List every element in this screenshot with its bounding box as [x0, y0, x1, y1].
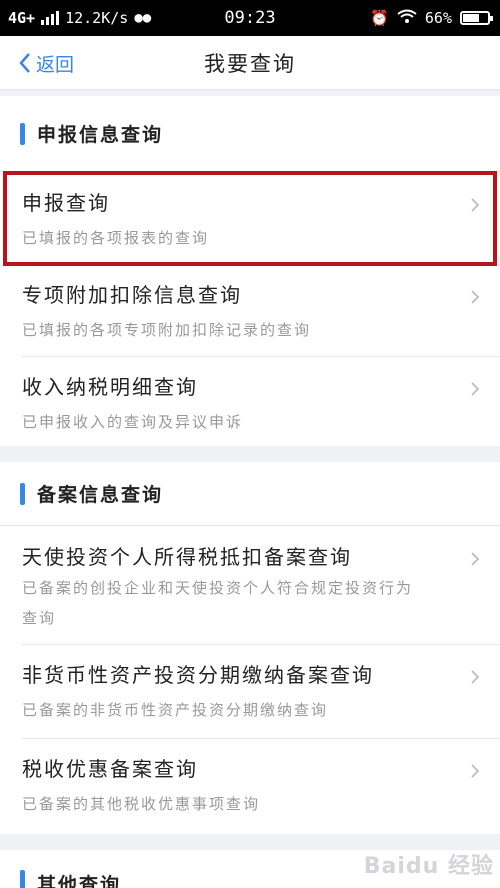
list-item-special-deduction-query[interactable]: 专项附加扣除信息查询 已填报的各项专项附加扣除记录的查询	[0, 265, 500, 357]
battery-fill	[463, 14, 479, 22]
item-subtitle: 已备案的非货币性资产投资分期缴纳查询	[22, 701, 329, 719]
item-subtitle: 已填报的各项报表的查询	[22, 229, 210, 247]
section-accent-bar	[20, 870, 25, 888]
chevron-right-icon	[471, 198, 480, 212]
item-title: 专项附加扣除信息查询	[22, 283, 242, 307]
item-title: 申报查询	[22, 191, 110, 215]
section-filing-query: 备案信息查询 天使投资个人所得税抵扣备案查询 已备案的创投企业和天使投资个人符合…	[0, 462, 500, 834]
section-declaration-query: 申报信息查询 申报查询 已填报的各项报表的查询 专项附加扣除信息查询 已填报的各…	[0, 96, 500, 446]
section-accent-bar	[20, 122, 25, 145]
section-title: 备案信息查询	[37, 484, 164, 506]
wifi-icon	[397, 9, 417, 27]
section-header: 申报信息查询	[0, 96, 500, 172]
list-item-non-monetary-asset-filing-query[interactable]: 非货币性资产投资分期缴纳备案查询 已备案的非货币性资产投资分期缴纳查询	[0, 645, 500, 739]
chevron-right-icon	[471, 290, 480, 304]
list-item-declaration-query[interactable]: 申报查询 已填报的各项报表的查询	[0, 173, 500, 265]
chevron-right-icon	[471, 670, 480, 684]
page-title: 我要查询	[204, 52, 296, 76]
item-title: 非货币性资产投资分期缴纳备案查询	[22, 663, 374, 687]
item-title: 税收优惠备案查询	[22, 757, 198, 781]
watermark-logo: Baidu 经验	[363, 854, 494, 879]
status-right: ⏰ 66%	[370, 0, 493, 36]
item-subtitle: 已备案的创投企业和天使投资个人符合规定投资行为	[22, 579, 414, 597]
item-subtitle: 已填报的各项专项附加扣除记录的查询	[22, 321, 312, 339]
section-title: 申报信息查询	[37, 124, 164, 146]
nav-bar: 返回 我要查询	[0, 36, 500, 90]
item-subtitle-line2: 查询	[22, 609, 57, 627]
chevron-right-icon	[471, 764, 480, 778]
item-subtitle: 已申报收入的查询及异议申诉	[22, 413, 244, 431]
list-item-tax-preference-filing-query[interactable]: 税收优惠备案查询 已备案的其他税收优惠事项查询	[0, 739, 500, 834]
battery-icon	[460, 11, 493, 25]
status-bar: 4G+ 12.2K/s ●● 09:23 ⏰ 66%	[0, 0, 500, 36]
battery-percent: 66%	[424, 9, 452, 27]
chevron-right-icon	[471, 552, 480, 566]
item-title: 天使投资个人所得税抵扣备案查询	[22, 545, 352, 569]
item-title: 收入纳税明细查询	[22, 375, 198, 399]
alarm-icon: ⏰	[370, 9, 389, 27]
chevron-right-icon	[471, 382, 480, 396]
item-subtitle: 已备案的其他税收优惠事项查询	[22, 795, 261, 813]
status-time: 09:23	[224, 8, 276, 28]
list-item-income-tax-detail-query[interactable]: 收入纳税明细查询 已申报收入的查询及异议申诉	[0, 357, 500, 446]
section-title: 其他查询	[37, 874, 122, 888]
section-header: 备案信息查询	[0, 462, 500, 526]
section-accent-bar	[20, 482, 25, 505]
list-item-angel-investment-filing-query[interactable]: 天使投资个人所得税抵扣备案查询 已备案的创投企业和天使投资个人符合规定投资行为 …	[0, 527, 500, 645]
